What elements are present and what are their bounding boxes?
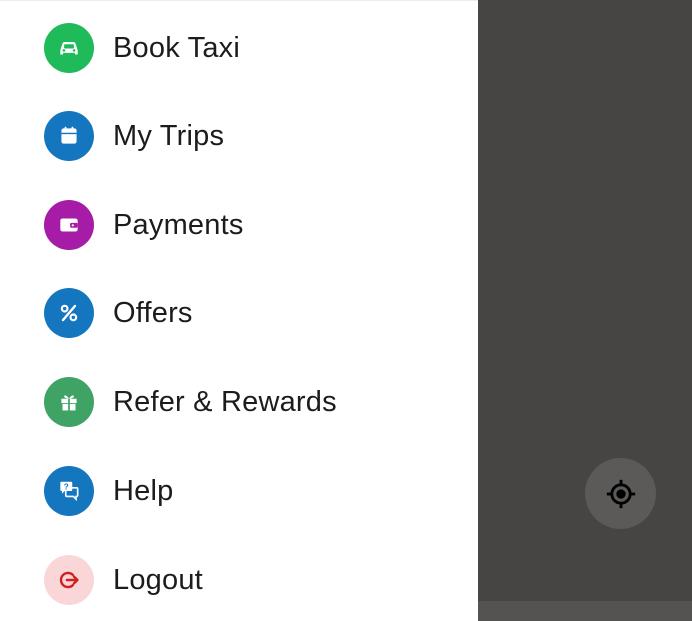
menu-item-payments[interactable]: Payments xyxy=(0,195,478,255)
menu-item-label: My Trips xyxy=(113,119,225,152)
menu-item-label: Payments xyxy=(113,208,244,241)
calendar-icon xyxy=(44,111,94,161)
chat-question-icon: ? xyxy=(44,466,94,516)
map-overlay[interactable] xyxy=(478,0,692,621)
menu-item-help[interactable]: ? Help xyxy=(0,461,478,521)
menu-item-refer-rewards[interactable]: Refer & Rewards xyxy=(0,372,478,432)
menu-item-label: Offers xyxy=(113,296,193,329)
locate-me-button[interactable] xyxy=(585,458,656,529)
car-icon xyxy=(44,23,94,73)
menu-item-book-taxi[interactable]: Book Taxi xyxy=(0,18,478,78)
navigation-drawer: Book Taxi My Trips Payments Offers Refer… xyxy=(0,0,478,621)
svg-text:?: ? xyxy=(64,482,69,491)
menu-item-offers[interactable]: Offers xyxy=(0,283,478,343)
menu-item-label: Refer & Rewards xyxy=(113,385,337,418)
menu-item-label: Book Taxi xyxy=(113,31,241,64)
percent-icon xyxy=(44,288,94,338)
wallet-icon xyxy=(44,200,94,250)
menu-item-label: Help xyxy=(113,474,174,507)
menu-item-logout[interactable]: Logout xyxy=(0,550,478,610)
crosshair-icon xyxy=(606,479,635,508)
logout-icon xyxy=(44,555,94,605)
menu-item-label: Logout xyxy=(113,563,203,596)
map-bottom-strip xyxy=(478,601,692,621)
gift-icon xyxy=(44,377,94,427)
menu-item-my-trips[interactable]: My Trips xyxy=(0,106,478,166)
